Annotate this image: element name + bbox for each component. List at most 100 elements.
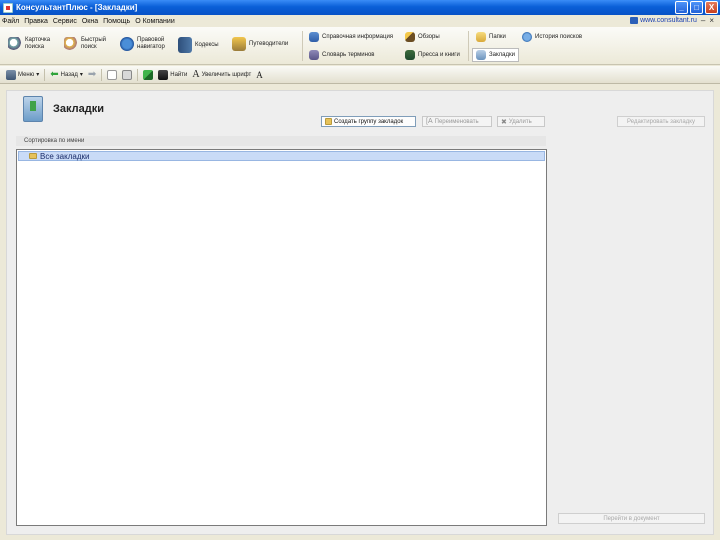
quick-search-label: Быстрый поиск <box>81 37 106 50</box>
find-button[interactable]: Найти <box>158 69 187 80</box>
arrow-left-icon: ⬅ <box>50 69 59 80</box>
window-controls: _ □ X <box>675 1 718 14</box>
toolbar-divider <box>302 31 303 61</box>
menu-service[interactable]: Сервис <box>53 18 77 25</box>
bookmarks-tree[interactable]: Все закладки <box>16 149 547 526</box>
folder-icon <box>29 153 37 159</box>
site-link-text: www.consultant.ru <box>640 17 697 24</box>
create-group-button[interactable]: Создать группу закладок <box>321 116 416 127</box>
reference-book-icon <box>309 32 319 42</box>
new-folder-icon <box>325 118 332 125</box>
folder-icon <box>476 32 486 42</box>
delete-icon: ✖ <box>501 118 507 126</box>
filter-button[interactable] <box>143 69 154 80</box>
menu-dropdown-label: Меню <box>18 71 35 78</box>
sort-header[interactable]: Сортировка по имени <box>16 136 546 146</box>
minimize-button[interactable]: _ <box>675 1 688 14</box>
page-title: Закладки <box>53 103 105 115</box>
increase-font-label: Увеличить шрифт <box>201 71 252 78</box>
quick-search-icon <box>64 37 78 51</box>
codexes-button[interactable]: Кодексы <box>178 37 219 53</box>
app-icon <box>3 2 13 13</box>
edit-bookmark-button[interactable]: Редактировать закладку <box>617 116 705 127</box>
menu-dropdown-button[interactable]: Меню ▾ <box>6 69 40 80</box>
mdi-close-button[interactable]: × <box>709 16 714 25</box>
search-history-label: История поисков <box>535 33 583 40</box>
bookmark-icon <box>476 50 486 60</box>
delete-button[interactable]: ✖ Удалить <box>497 116 545 127</box>
filter-icon <box>143 69 154 80</box>
folders-label: Папки <box>489 33 506 40</box>
chevron-down-icon: ▾ <box>79 72 83 78</box>
close-button[interactable]: X <box>705 1 718 14</box>
menu-file[interactable]: Файл <box>2 18 19 25</box>
mdi-minimize-button[interactable]: – <box>701 16 705 25</box>
card-search-label: Карточка поиска <box>25 37 51 50</box>
reference-info-button[interactable]: Справочная информация <box>309 32 393 42</box>
signpost-icon <box>232 37 246 51</box>
decrease-font-button[interactable]: A <box>256 70 263 80</box>
book-icon <box>178 37 192 53</box>
rename-label: Переименовать <box>434 118 479 125</box>
dictionary-button[interactable]: Словарь терминов <box>309 50 375 60</box>
navigator-icon <box>120 37 134 51</box>
toolbar-divider <box>44 68 46 81</box>
guides-label: Путеводители <box>249 40 289 47</box>
dictionary-label: Словарь терминов <box>322 51 375 58</box>
codexes-label: Кодексы <box>195 41 219 48</box>
navigation-toolbar: Меню ▾ ⬅ Назад ▾ ➡ Найти A Увеличить шри… <box>0 66 720 84</box>
bookmarks-label: Закладки <box>489 51 515 58</box>
tree-item-all-bookmarks[interactable]: Все закладки <box>18 151 545 161</box>
site-link[interactable]: www.consultant.ru <box>630 17 697 24</box>
bookmarks-button[interactable]: Закладки <box>472 48 519 62</box>
rename-button[interactable]: [A Переименовать <box>422 116 492 127</box>
reference-info-label: Справочная информация <box>322 33 394 40</box>
go-to-document-button[interactable]: Перейти в документ <box>558 513 705 524</box>
globe-icon <box>630 17 639 24</box>
binoculars-icon <box>158 69 169 80</box>
toolbar-divider <box>101 68 103 81</box>
tree-item-label: Все закладки <box>40 151 90 161</box>
dictionary-icon <box>309 50 319 60</box>
search-history-button[interactable]: История поисков <box>522 32 582 42</box>
card-search-button[interactable]: Карточка поиска <box>8 37 50 51</box>
back-button[interactable]: ⬅ Назад ▾ <box>50 69 83 80</box>
copy-button[interactable] <box>107 69 118 80</box>
menu-right: www.consultant.ru – × <box>630 16 714 25</box>
paste-button[interactable] <box>122 69 133 80</box>
increase-font-button[interactable]: A Увеличить шрифт <box>192 69 251 80</box>
font-decrease-icon: A <box>256 69 263 80</box>
history-icon <box>522 32 532 42</box>
font-increase-icon: A <box>192 69 200 80</box>
quick-search-button[interactable]: Быстрый поиск <box>64 37 106 51</box>
pen-icon <box>405 32 415 42</box>
chevron-down-icon: ▾ <box>36 72 40 78</box>
main-toolbar: Карточка поиска Быстрый поиск Правовой н… <box>0 27 720 65</box>
create-group-label: Создать группу закладок <box>334 118 404 125</box>
window-title: КонсультантПлюс - [Закладки] <box>16 3 138 12</box>
review-label: Обзоры <box>418 33 440 40</box>
menu-windows[interactable]: Окна <box>82 18 98 25</box>
bookmarks-panel: Закладки Создать группу закладок [A Пере… <box>6 90 714 535</box>
legal-navigator-button[interactable]: Правовой навигатор <box>120 37 165 51</box>
title-bar: КонсультантПлюс - [Закладки] _ □ X <box>0 0 720 15</box>
guides-button[interactable]: Путеводители <box>232 37 288 51</box>
magnifier-icon <box>8 37 22 51</box>
menu-edit[interactable]: Правка <box>24 18 48 25</box>
maximize-button[interactable]: □ <box>690 1 703 14</box>
press-button[interactable]: Пресса и книги <box>405 50 460 60</box>
menu-help[interactable]: Помощь <box>103 18 130 25</box>
toolbar-divider <box>137 68 139 81</box>
paste-icon <box>122 69 133 80</box>
menu-about[interactable]: О Компании <box>135 18 175 25</box>
press-label: Пресса и книги <box>418 51 460 58</box>
delete-label: Удалить <box>508 118 532 125</box>
menu-bar: Файл Правка Сервис Окна Помощь О Компани… <box>0 15 720 27</box>
menu-icon <box>6 69 16 80</box>
legal-navigator-label: Правовой навигатор <box>137 37 165 50</box>
folders-button[interactable]: Папки <box>476 32 506 42</box>
review-button[interactable]: Обзоры <box>405 32 440 42</box>
forward-button[interactable]: ➡ <box>88 69 96 80</box>
back-label: Назад <box>60 71 78 78</box>
toolbar-divider <box>468 31 469 61</box>
